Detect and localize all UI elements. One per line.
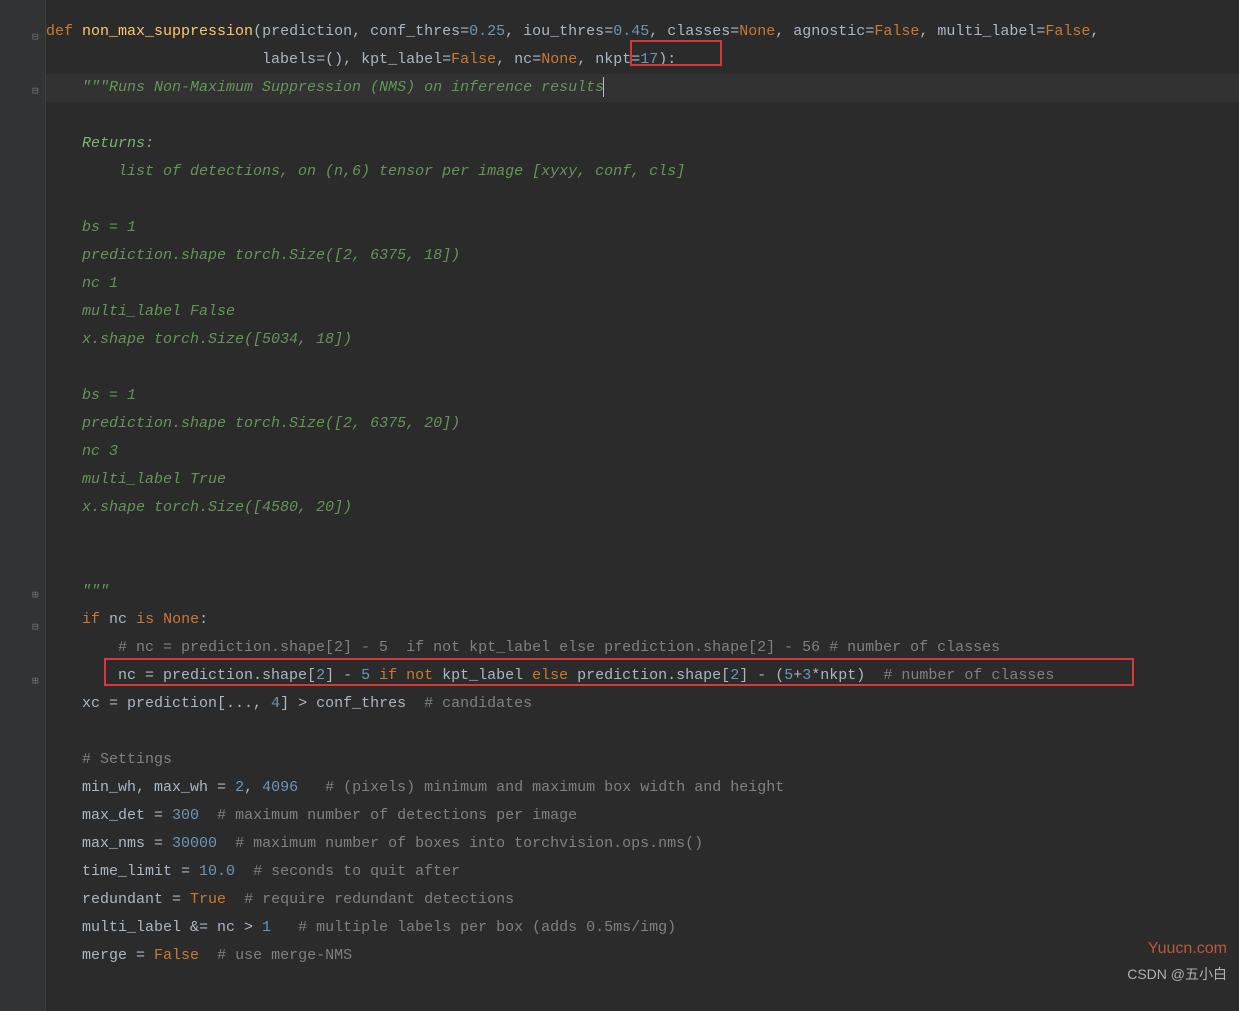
- fold-icon[interactable]: ⊟: [32, 24, 42, 34]
- code-line: nc = prediction.shape[2] - 5 if not kpt_…: [46, 662, 1239, 690]
- watermark-yuucn: Yuucn.com: [1148, 935, 1227, 963]
- code-line: [46, 354, 1239, 382]
- fold-open-icon[interactable]: ⊞: [32, 668, 42, 678]
- code-line: prediction.shape torch.Size([2, 6375, 20…: [46, 410, 1239, 438]
- code-line: def non_max_suppression(prediction, conf…: [46, 18, 1239, 46]
- code-line: min_wh, max_wh = 2, 4096 # (pixels) mini…: [46, 774, 1239, 802]
- code-line: bs = 1: [46, 382, 1239, 410]
- code-line: bs = 1: [46, 214, 1239, 242]
- code-line: # Settings: [46, 746, 1239, 774]
- code-line: [46, 522, 1239, 550]
- code-line: multi_label &= nc > 1 # multiple labels …: [46, 914, 1239, 942]
- code-line: if nc is None:: [46, 606, 1239, 634]
- gutter: ⊟ ⊟ ⊞ ⊟ ⊞: [0, 0, 46, 1011]
- code-line: Returns:: [46, 130, 1239, 158]
- code-line: [46, 102, 1239, 130]
- code-editor[interactable]: def non_max_suppression(prediction, conf…: [46, 0, 1239, 970]
- code-line: multi_label True: [46, 466, 1239, 494]
- code-line: # nc = prediction.shape[2] - 5 if not kp…: [46, 634, 1239, 662]
- code-line: [46, 186, 1239, 214]
- fold-icon[interactable]: ⊟: [32, 614, 42, 624]
- fold-open-icon[interactable]: ⊞: [32, 582, 42, 592]
- code-line: [46, 550, 1239, 578]
- code-line: list of detections, on (n,6) tensor per …: [46, 158, 1239, 186]
- fold-icon[interactable]: ⊟: [32, 78, 42, 88]
- code-line: nc 1: [46, 270, 1239, 298]
- code-line: max_nms = 30000 # maximum number of boxe…: [46, 830, 1239, 858]
- code-line: x.shape torch.Size([4580, 20]): [46, 494, 1239, 522]
- code-line: time_limit = 10.0 # seconds to quit afte…: [46, 858, 1239, 886]
- code-line: x.shape torch.Size([5034, 18]): [46, 326, 1239, 354]
- code-line: merge = False # use merge-NMS: [46, 942, 1239, 970]
- code-line: [46, 718, 1239, 746]
- code-line: """: [46, 578, 1239, 606]
- code-line: xc = prediction[..., 4] > conf_thres # c…: [46, 690, 1239, 718]
- code-line: multi_label False: [46, 298, 1239, 326]
- watermark-csdn: CSDN @五小白: [1127, 960, 1227, 988]
- code-line: prediction.shape torch.Size([2, 6375, 18…: [46, 242, 1239, 270]
- code-line: nc 3: [46, 438, 1239, 466]
- text-cursor: [603, 77, 604, 97]
- code-line: redundant = True # require redundant det…: [46, 886, 1239, 914]
- code-line: """Runs Non-Maximum Suppression (NMS) on…: [46, 74, 1239, 102]
- code-line: max_det = 300 # maximum number of detect…: [46, 802, 1239, 830]
- code-line: labels=(), kpt_label=False, nc=None, nkp…: [46, 46, 1239, 74]
